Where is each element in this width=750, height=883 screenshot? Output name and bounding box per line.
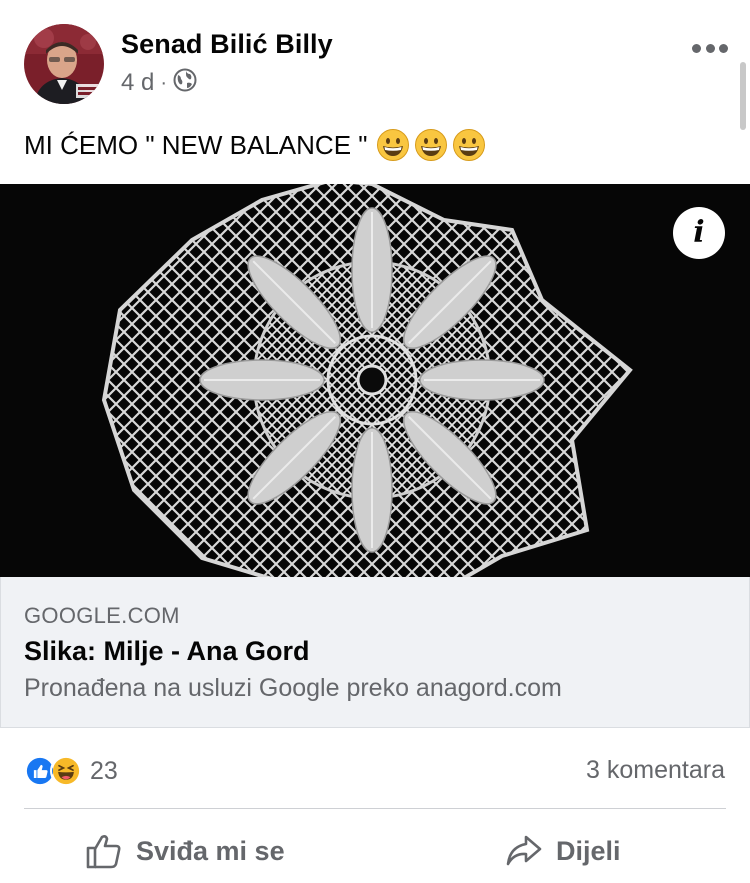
meta-separator: · [160,71,168,94]
link-title[interactable]: Slika: Milje - Ana Gord [24,636,310,667]
reactions-summary[interactable]: 23 [24,755,118,787]
feed-post: Senad Bilić Billy 4 d · MI ĆEMO " NEW BA… [0,0,750,883]
scroll-indicator [740,62,746,130]
post-time[interactable]: 4 d [121,69,154,97]
info-button[interactable]: i [673,207,725,259]
post-meta: 4 d · [121,68,197,98]
post-message: MI ĆEMO " NEW BALANCE " [24,129,368,160]
share-arrow-icon [506,835,542,866]
info-icon: i [693,215,705,250]
share-label: Dijeli [556,835,621,866]
emoji-group [376,128,486,162]
grinning-face-emoji [376,129,409,161]
like-label: Sviđa mi se [136,835,285,866]
more-options-icon[interactable] [690,36,730,60]
link-domain: GOOGLE.COM [24,603,180,628]
reaction-count: 23 [90,756,118,785]
avatar[interactable] [24,24,104,104]
thumbs-up-icon [86,835,121,869]
grinning-face-emoji [452,129,485,161]
comments-count[interactable]: 3 komentara [586,756,725,785]
post-text: MI ĆEMO " NEW BALANCE " [24,128,486,162]
divider [24,808,726,809]
doily-image[interactable] [0,184,750,577]
like-button[interactable]: Sviđa mi se [84,830,285,872]
author-name[interactable]: Senad Bilić Billy [121,29,333,60]
haha-reaction-icon [50,755,82,787]
globe-icon [173,68,197,99]
link-description: Pronađena na usluzi Google preko anagord… [24,674,562,702]
grinning-face-emoji [414,129,447,161]
share-button[interactable]: Dijeli [504,830,621,872]
